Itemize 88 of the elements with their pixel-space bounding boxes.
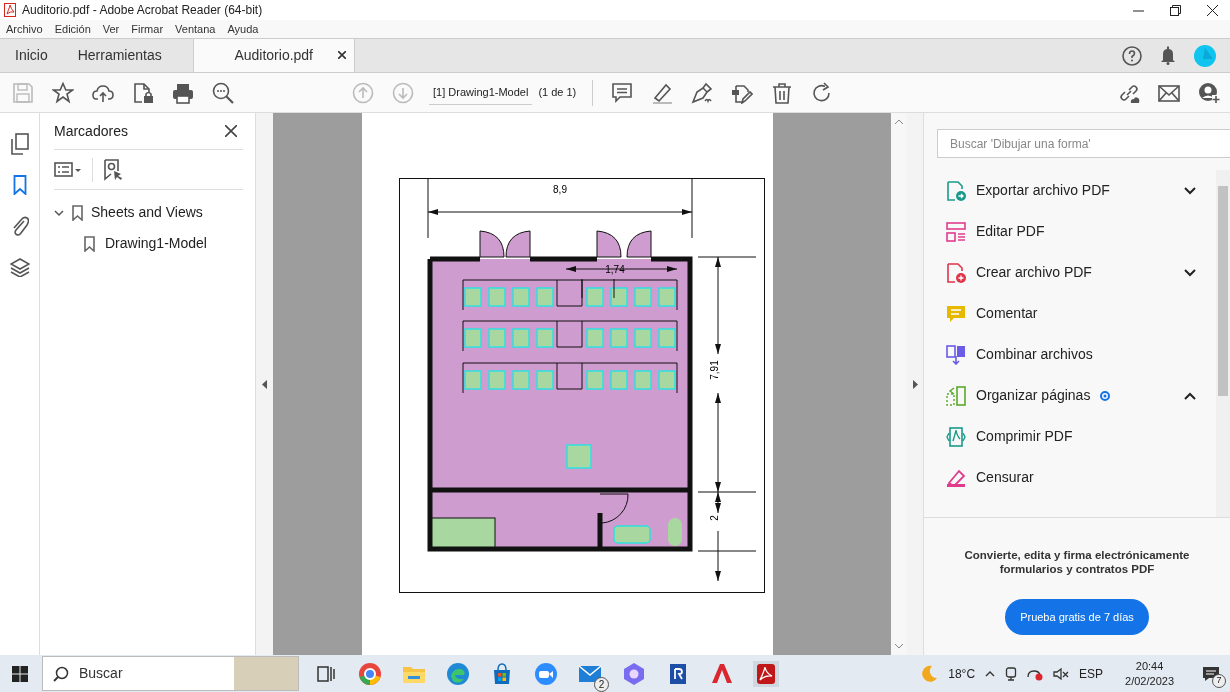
meet-now-icon[interactable] [1005,666,1018,681]
tool-icon [946,221,966,242]
tool-item[interactable]: Comentar [946,293,1196,334]
acrobat-icon[interactable] [753,660,779,687]
add-user-icon[interactable] [1198,81,1220,104]
dimension-label: 7,91 [709,360,720,380]
scroll-up-icon[interactable] [895,119,903,124]
chevron-icon[interactable] [1184,268,1196,277]
chevron-icon[interactable] [1184,391,1196,400]
tool-item[interactable]: Organizar páginas [946,375,1196,416]
input-language[interactable]: ESP [1079,664,1104,683]
bookmark-icon [84,235,95,252]
bookmark-icon [72,204,83,221]
bookmark-icon[interactable] [12,175,27,195]
panel-title: Marcadores [54,121,128,141]
dimension-label: 8,9 [553,184,567,195]
search-field[interactable]: Buscar 'Dibujar una forma' [937,129,1230,158]
zoom-search-icon[interactable] [212,81,234,104]
acrobat-icon [4,3,16,17]
bookmark-search-icon[interactable] [103,158,123,181]
tool-item[interactable]: Combinar archivos [946,334,1196,375]
tool-item[interactable]: Comprimir PDF [946,416,1196,457]
star-icon[interactable] [52,81,74,104]
menu-item[interactable]: Edición [54,20,91,38]
tool-icon [946,385,966,406]
fountain-pen-icon[interactable] [691,81,714,104]
tab[interactable]: Auditorio.pdf [192,39,355,72]
tool-item[interactable]: Editar PDF [946,211,1196,252]
photo-placeholder [234,657,298,690]
tool-item[interactable]: Crear archivo PDF [946,252,1196,293]
speaker-muted-icon[interactable] [1053,666,1070,681]
print-icon[interactable] [172,81,194,104]
page-field[interactable]: [1] Drawing1-Model [429,79,533,106]
tool-item[interactable]: Censurar [946,457,1196,498]
scroll-down-icon[interactable] [895,644,903,649]
tool-icon [946,180,966,201]
close-icon[interactable] [337,51,346,59]
tool-icon [946,344,966,365]
video-call-icon[interactable] [533,660,559,687]
list-options-icon[interactable] [54,161,82,178]
document-lock-icon[interactable] [132,81,154,104]
highlighter-icon[interactable] [651,81,674,104]
assistant-icon[interactable] [621,660,647,687]
chevron-up-icon[interactable] [985,670,996,677]
dimension-label: 1,74 [605,264,625,275]
dimension-label: 2 [709,515,720,521]
chevron-icon[interactable] [54,207,64,218]
menu-item[interactable]: Ver [102,20,120,38]
bookmark-item[interactable]: Sheets and Views [91,202,203,223]
edge-browser-icon[interactable] [445,660,471,687]
tool-icon [946,467,966,488]
expand-arrow-icon[interactable] [912,379,918,389]
menu-item[interactable]: Ventana [175,20,216,38]
tool-icon [946,303,966,324]
page-count: (1 de 1) [538,85,577,101]
browser-icon[interactable] [357,660,383,687]
promo-text: Convierte, edita y firma electrónicamente formularios y contratos PDF [963,548,1191,577]
bell-icon[interactable] [1160,46,1176,65]
moon-icon [920,664,939,683]
taskbar-search-field[interactable]: Buscar [42,656,299,691]
restore-icon[interactable] [1170,4,1181,16]
tool-icon [946,426,966,447]
trash-icon[interactable] [771,81,794,104]
comment-icon[interactable] [611,81,634,104]
paperclip-icon[interactable] [10,215,29,237]
windows-logo-icon[interactable] [12,665,28,682]
help-icon[interactable] [1122,45,1142,66]
layers-icon[interactable] [9,257,30,277]
tool-item[interactable]: Exportar archivo PDF [946,170,1196,211]
tab[interactable]: Herramientas [62,39,177,72]
menu-item[interactable]: Firmar [131,20,164,38]
close-icon[interactable] [225,125,237,137]
tool-icon [946,262,966,283]
trial-button[interactable]: Prueba gratis de 7 días [1005,598,1149,636]
clock-date[interactable]: 2/02/2023 [1125,673,1174,688]
tab[interactable]: Inicio [0,39,63,72]
window-title: Auditorio.pdf - Adobe Acrobat Reader (64-bit) [22,2,263,19]
collapse-arrow-icon[interactable] [262,379,267,389]
scrollbar-thumb[interactable] [1218,186,1228,396]
clock-time[interactable]: 20:44 [1135,659,1164,674]
menu-item[interactable]: Archivo [6,20,43,38]
bookmark-item[interactable]: Drawing1-Model [105,233,207,254]
temperature: 18°C [948,665,976,683]
close-icon[interactable] [1207,4,1218,16]
menu-item[interactable]: Ayuda [227,20,259,38]
chevron-icon[interactable] [1184,186,1196,195]
copy-pages-icon[interactable] [9,133,30,155]
search-icon [53,665,69,682]
